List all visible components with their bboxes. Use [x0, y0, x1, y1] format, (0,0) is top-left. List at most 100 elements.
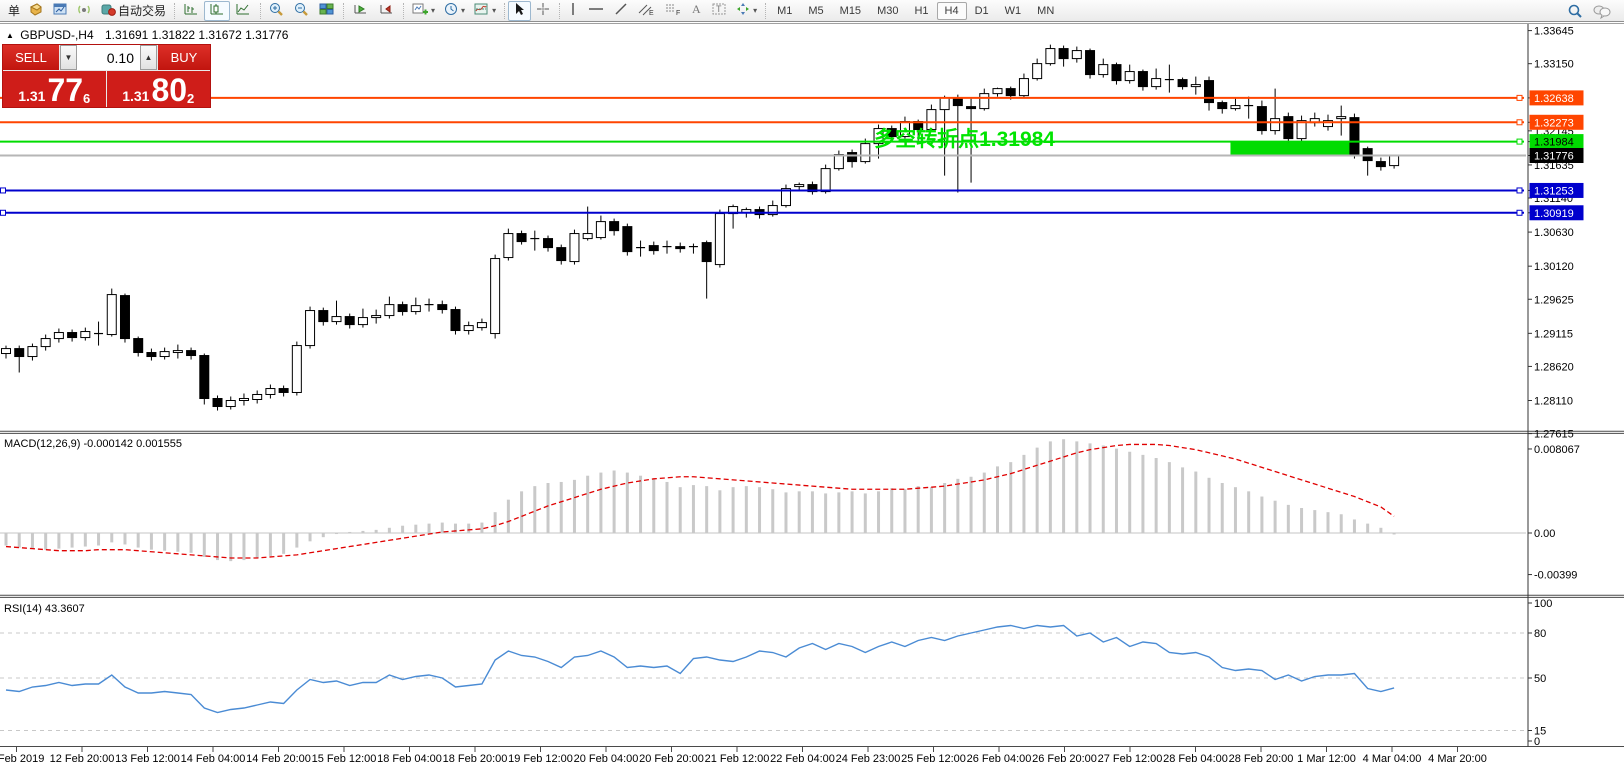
fibonacci-icon[interactable]: F — [659, 1, 685, 21]
line-handle[interactable] — [1516, 138, 1523, 145]
time-axis-label: 2 Feb 2019 — [0, 753, 44, 765]
line-chart-icon[interactable] — [230, 1, 256, 21]
volume-input[interactable]: 0.10 — [77, 45, 140, 70]
timeframe-w1[interactable]: W1 — [997, 2, 1030, 20]
new-chart-icon[interactable]: ▾ — [407, 1, 439, 21]
buy-price-big: 80 — [151, 72, 188, 108]
zoom-in-icon[interactable] — [264, 1, 289, 21]
chat-icon[interactable] — [1588, 1, 1616, 21]
timeframe-mn[interactable]: MN — [1029, 2, 1062, 20]
bar-chart-icon — [182, 1, 200, 20]
vertical-line-icon[interactable] — [563, 1, 583, 21]
axis-tick-label: -0.00399 — [1534, 570, 1577, 582]
horizontal-line-icon — [587, 1, 605, 20]
signal-icon — [76, 1, 92, 20]
toolbar-separator — [339, 2, 345, 19]
zoom-out-icon[interactable] — [289, 1, 314, 21]
autotrading-button-label: 自动交易 — [118, 4, 167, 18]
axis-tick-label: 1.30630 — [1534, 227, 1574, 239]
crosshair-icon[interactable] — [531, 1, 555, 21]
sell-button[interactable]: SELL — [3, 45, 60, 70]
axis-tick-label: 0.00 — [1534, 528, 1555, 540]
auto-scroll-icon[interactable] — [347, 1, 373, 21]
chart-header: ▲ GBPUSD-,H4 1.31691 1.31822 1.31672 1.3… — [6, 28, 288, 42]
axis-tick-label: 1.33150 — [1534, 59, 1574, 71]
axis-tick-label: 1.28620 — [1534, 361, 1574, 373]
axis-tick-label: 80 — [1534, 628, 1546, 640]
time-axis-label: 24 Feb 23:00 — [836, 753, 901, 765]
line-chart-icon — [234, 1, 252, 20]
sell-price-big: 77 — [47, 72, 84, 108]
volume-stepper: ▼ 0.10 ▲ — [60, 45, 157, 70]
timeframe-m1[interactable]: M1 — [769, 2, 800, 20]
chevron-down-icon[interactable]: ▾ — [461, 6, 465, 15]
search-icon[interactable] — [1563, 1, 1588, 21]
highlight-rectangle[interactable] — [1230, 141, 1360, 156]
line-handle[interactable] — [0, 209, 6, 216]
sell-price-sup: 6 — [83, 91, 91, 106]
periods-icon[interactable]: ▾ — [439, 1, 469, 21]
crosshair-icon — [535, 1, 551, 20]
arrows-icon — [735, 1, 751, 20]
zoom-out-icon — [293, 1, 310, 20]
sell-price-small: 1.31 — [18, 88, 46, 104]
line-handle[interactable] — [1516, 209, 1523, 216]
line-handle[interactable] — [1516, 119, 1523, 126]
timeframe-h1[interactable]: H1 — [906, 2, 936, 20]
autotrading-button[interactable]: 自动交易 — [96, 1, 170, 21]
line-handle[interactable] — [1516, 187, 1523, 194]
timeframe-m5[interactable]: M5 — [800, 2, 831, 20]
timeframe-m30[interactable]: M30 — [869, 2, 906, 20]
candlestick-chart-icon — [208, 1, 226, 20]
timeframe-m15[interactable]: M15 — [832, 2, 869, 20]
timeframe-d1[interactable]: D1 — [967, 2, 997, 20]
bar-chart-icon[interactable] — [178, 1, 204, 21]
annotation-text[interactable]: 多空转折点1.31984 — [874, 127, 1055, 151]
buy-price[interactable]: 1.31 80 2 — [107, 71, 211, 107]
chart-shift-icon — [377, 1, 395, 20]
level-price-label: 1.30919 — [1534, 208, 1574, 220]
line-handle[interactable] — [1516, 94, 1523, 101]
new-order-button[interactable]: 单 — [2, 1, 24, 21]
buy-button[interactable]: BUY — [157, 45, 210, 70]
horizontal-line-icon[interactable] — [583, 1, 609, 21]
chevron-down-icon[interactable]: ▾ — [492, 6, 496, 15]
toolbar-separator — [170, 2, 176, 19]
collapse-arrow-icon[interactable]: ▲ — [6, 31, 14, 40]
trendline-icon[interactable] — [609, 1, 633, 21]
time-axis-label: 13 Feb 12:00 — [115, 753, 180, 765]
templates-icon[interactable]: ▾ — [469, 1, 500, 21]
charts-window-icon[interactable] — [48, 1, 72, 21]
timeframe-h4[interactable]: H4 — [936, 1, 967, 20]
candlestick-chart-icon[interactable] — [204, 0, 231, 21]
line-handle[interactable] — [0, 187, 6, 194]
metaeditor-icon — [28, 1, 44, 20]
volume-decrease-button[interactable]: ▼ — [60, 45, 77, 70]
time-axis-label: 25 Feb 12:00 — [901, 753, 966, 765]
channel-icon[interactable]: E — [633, 1, 659, 21]
text-label-icon[interactable]: T — [707, 1, 731, 21]
sell-price[interactable]: 1.31 77 6 — [3, 71, 107, 107]
axis-tick-label: 1.28110 — [1534, 396, 1573, 408]
text-icon[interactable]: A — [685, 1, 707, 21]
level-price-label: 1.32273 — [1534, 117, 1574, 129]
volume-increase-button[interactable]: ▲ — [140, 45, 157, 70]
chart-canvas[interactable]: 多空转折点1.319841.336451.331501.321451.31635… — [0, 22, 1624, 773]
toolbar-separator — [256, 2, 262, 19]
axis-tick-label: 1.33645 — [1534, 26, 1574, 38]
buy-price-sup: 2 — [187, 91, 195, 106]
toolbar-separator — [555, 2, 561, 19]
toolbar-separator — [500, 2, 506, 19]
axis-tick-label: 1.30120 — [1534, 261, 1574, 273]
chevron-down-icon[interactable]: ▾ — [753, 6, 757, 15]
metaeditor-icon[interactable] — [24, 1, 48, 21]
time-axis-label: 4 Mar 20:00 — [1428, 753, 1487, 765]
arrows-icon[interactable]: ▾ — [731, 1, 761, 21]
cursor-icon[interactable] — [508, 0, 532, 21]
chevron-down-icon[interactable]: ▾ — [431, 6, 435, 15]
signal-icon[interactable] — [72, 1, 96, 21]
time-axis-label: 12 Feb 20:00 — [50, 753, 115, 765]
tile-windows-icon[interactable] — [314, 1, 339, 21]
chart-shift-icon[interactable] — [373, 1, 399, 21]
new-order-button-label: 单 — [8, 4, 21, 18]
